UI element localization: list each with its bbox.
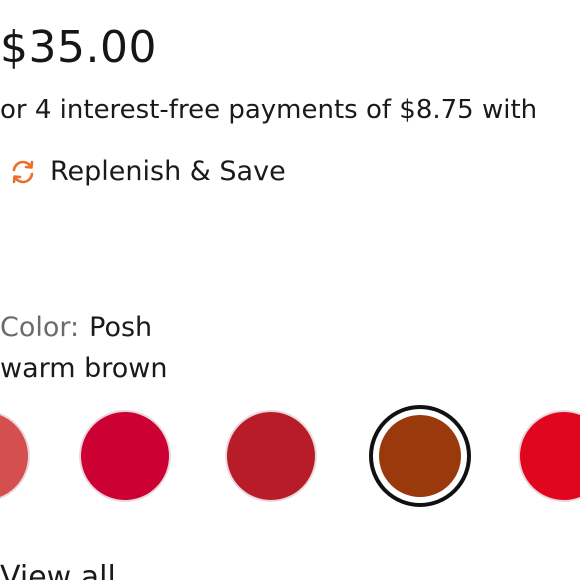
color-swatch-1[interactable] (0, 410, 30, 502)
color-swatch-3[interactable] (225, 410, 317, 502)
refresh-cycle-icon (8, 157, 38, 187)
color-swatch-2[interactable] (79, 410, 171, 502)
selected-color-description: warm brown (0, 353, 168, 384)
product-price: $35.00 (0, 22, 157, 73)
installment-payments-text: or 4 interest-free payments of $8.75 wit… (0, 95, 538, 125)
color-swatch-5[interactable] (518, 410, 580, 502)
color-selection-label: Color: Posh (0, 312, 152, 343)
view-all-link[interactable]: View all (0, 560, 116, 580)
selected-color-name: Posh (89, 312, 153, 343)
color-swatch-selected-posh[interactable] (369, 405, 471, 507)
color-label-prefix: Color: (0, 312, 80, 343)
replenish-and-save-label: Replenish & Save (50, 156, 286, 187)
product-detail-panel: $35.00 or 4 interest-free payments of $8… (0, 0, 580, 580)
selected-swatch-fill (379, 415, 461, 497)
replenish-and-save-option[interactable]: Replenish & Save (8, 156, 286, 187)
